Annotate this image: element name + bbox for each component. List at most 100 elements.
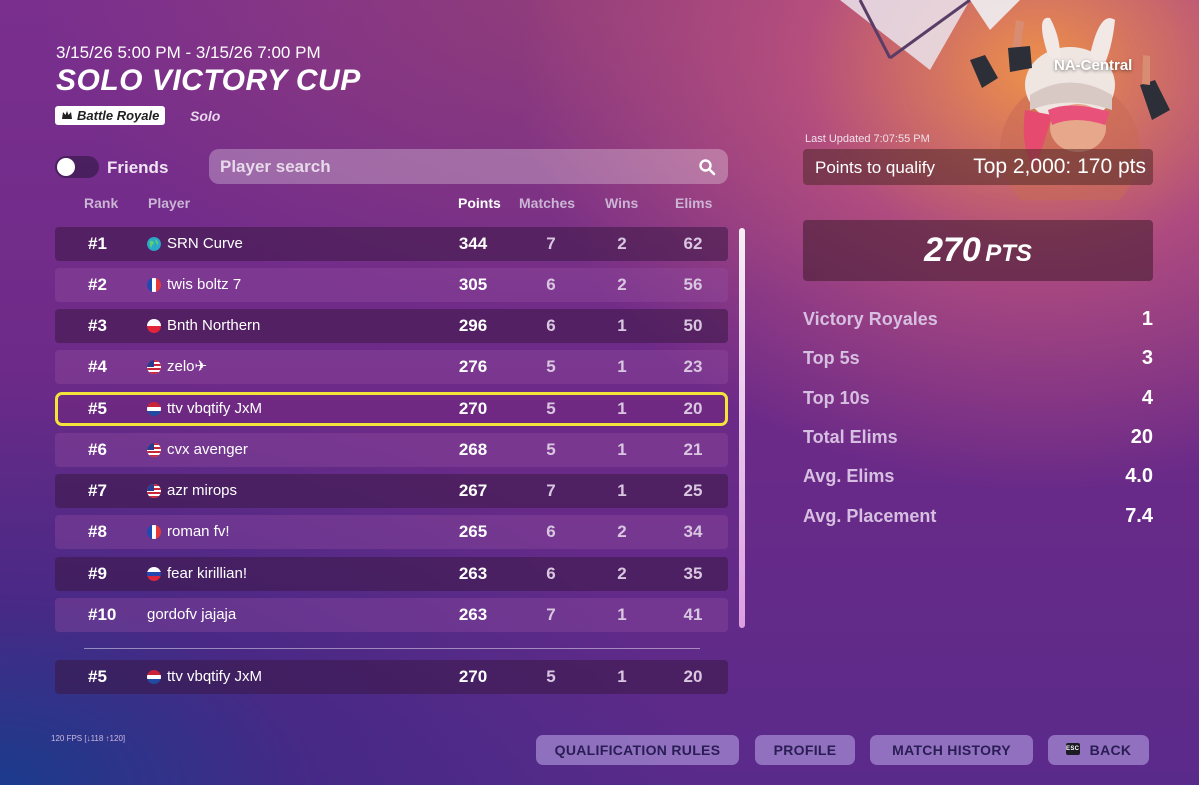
wins-cell: 2 bbox=[617, 564, 627, 583]
stat-value-avg-elims: 4.0 bbox=[1125, 465, 1153, 487]
mode-badge-label: Battle Royale bbox=[77, 108, 160, 123]
leaderboard-row[interactable]: #5 270 5 1 20 ttv vbqtify JxM bbox=[55, 392, 728, 426]
rank-cell: #3 bbox=[88, 316, 107, 335]
netherlands-flag-icon bbox=[147, 402, 161, 416]
column-header-matches[interactable]: Matches bbox=[519, 195, 575, 211]
wins-cell: 1 bbox=[617, 481, 627, 500]
scrollbar-thumb[interactable] bbox=[739, 228, 745, 628]
matches-cell: 6 bbox=[546, 522, 556, 541]
globe-flag-icon bbox=[147, 237, 161, 251]
matches-cell: 5 bbox=[546, 440, 556, 459]
column-header-points[interactable]: Points bbox=[458, 195, 501, 211]
leaderboard-row[interactable]: #7 267 7 1 25 azr mirops bbox=[55, 474, 728, 508]
rank-cell: #8 bbox=[88, 522, 107, 541]
event-title: SOLO VICTORY CUP bbox=[56, 64, 361, 97]
player-name-cell: gordofv jajaja bbox=[147, 606, 237, 623]
fps-counter: 120 FPS [↓118 ↑120] bbox=[51, 734, 126, 743]
elims-cell: 23 bbox=[683, 357, 703, 376]
elims-cell: 50 bbox=[683, 316, 703, 335]
qualify-value: Top 2,000: 170 pts bbox=[973, 155, 1146, 178]
elims-cell: 35 bbox=[683, 564, 703, 583]
player-name-cell: SRN Curve bbox=[167, 235, 243, 252]
wins-cell: 1 bbox=[617, 667, 627, 686]
usa-flag-icon bbox=[147, 443, 161, 457]
wins-cell: 2 bbox=[617, 234, 627, 253]
leaderboard-scrollbar[interactable] bbox=[739, 228, 745, 628]
netherlands-flag-icon bbox=[147, 670, 161, 684]
column-header-wins[interactable]: Wins bbox=[605, 195, 638, 211]
search-icon[interactable] bbox=[698, 158, 716, 176]
leaderboard-row[interactable]: #10 263 7 1 41 gordofv jajaja bbox=[55, 598, 728, 632]
back-button[interactable]: ESC BACK bbox=[1048, 735, 1149, 765]
player-search-input[interactable] bbox=[209, 149, 728, 184]
rank-cell: #6 bbox=[88, 440, 107, 459]
column-header-elims[interactable]: Elims bbox=[675, 195, 712, 211]
stat-value-top-5s: 3 bbox=[1141, 347, 1153, 369]
stat-value-victory-royales: 1 bbox=[1141, 308, 1153, 330]
stat-value-top-10s: 4 bbox=[1141, 387, 1153, 409]
qualification-rules-button[interactable]: QUALIFICATION RULES bbox=[536, 735, 739, 765]
rank-cell: #7 bbox=[88, 481, 107, 500]
divider bbox=[84, 648, 700, 649]
player-points-unit: PTS bbox=[985, 240, 1032, 267]
elims-cell: 20 bbox=[683, 399, 703, 418]
stat-label-avg-elims: Avg. Elims bbox=[803, 466, 895, 486]
stat-value-avg-placement: 7.4 bbox=[1125, 505, 1153, 527]
rank-cell: #4 bbox=[88, 357, 107, 376]
matches-cell: 6 bbox=[546, 564, 556, 583]
friends-toggle[interactable] bbox=[55, 156, 99, 178]
france-flag-icon bbox=[147, 278, 161, 292]
leaderboard-row[interactable]: #8 265 6 2 34 roman fv! bbox=[55, 515, 728, 549]
region-label: NA-Central bbox=[1054, 57, 1133, 74]
profile-button[interactable]: PROFILE bbox=[755, 735, 855, 765]
elims-cell: 56 bbox=[683, 275, 703, 294]
wins-cell: 1 bbox=[617, 440, 627, 459]
leaderboard-row[interactable]: #1 344 7 2 62 SRN Curve bbox=[55, 227, 728, 261]
event-date-range: 3/15/26 5:00 PM - 3/15/26 7:00 PM bbox=[56, 43, 321, 62]
france-flag-icon bbox=[147, 525, 161, 539]
player-name-cell: ttv vbqtify JxM bbox=[167, 668, 263, 685]
leaderboard-row[interactable]: #6 268 5 1 21 cvx avenger bbox=[55, 433, 728, 467]
elims-cell: 41 bbox=[683, 605, 703, 624]
player-name-cell: roman fv! bbox=[167, 523, 230, 540]
points-cell: 276 bbox=[458, 357, 488, 376]
leaderboard-row[interactable]: #4 276 5 1 23 zelo✈ bbox=[55, 350, 728, 384]
stat-label-total-elims: Total Elims bbox=[803, 427, 898, 447]
matches-cell: 7 bbox=[546, 605, 556, 624]
stat-label-top-10s: Top 10s bbox=[803, 388, 870, 408]
stat-label-victory-royales: Victory Royales bbox=[803, 309, 938, 329]
player-name-cell: fear kirillian! bbox=[167, 565, 248, 582]
leaderboard-row[interactable]: #3 296 6 1 50 Bnth Northern bbox=[55, 309, 728, 343]
leaderboard-row[interactable]: #2 305 6 2 56 twis boltz 7 bbox=[55, 268, 728, 302]
column-header-rank: Rank bbox=[84, 195, 119, 211]
points-cell: 270 bbox=[458, 399, 488, 418]
matches-cell: 6 bbox=[546, 275, 556, 294]
poland-flag-icon bbox=[147, 319, 161, 333]
wins-cell: 1 bbox=[617, 357, 627, 376]
matches-cell: 7 bbox=[546, 481, 556, 500]
qualify-label: Points to qualify bbox=[815, 158, 936, 177]
points-to-qualify-box: Points to qualify Top 2,000: 170 pts bbox=[803, 149, 1153, 185]
elims-cell: 25 bbox=[683, 481, 703, 500]
match-history-button[interactable]: MATCH HISTORY bbox=[870, 735, 1033, 765]
leaderboard-row[interactable]: #9 263 6 2 35 fear kirillian! bbox=[55, 557, 728, 591]
current-player-row[interactable]: #5 270 5 1 20 ttv vbqtify JxM bbox=[55, 660, 728, 694]
player-name-cell: twis boltz 7 bbox=[167, 276, 242, 293]
russia-flag-icon bbox=[147, 567, 161, 581]
points-cell: 305 bbox=[458, 275, 488, 294]
mode-badge: Battle Royale bbox=[55, 106, 166, 125]
player-search-box[interactable] bbox=[209, 149, 728, 184]
mode-subtype: Solo bbox=[190, 108, 221, 124]
player-points-value: 270 bbox=[924, 231, 981, 269]
stat-label-avg-placement: Avg. Placement bbox=[803, 506, 937, 526]
rank-cell: #5 bbox=[88, 667, 107, 686]
player-name-cell: ttv vbqtify JxM bbox=[167, 400, 263, 417]
elims-cell: 21 bbox=[683, 440, 703, 459]
usa-flag-icon bbox=[147, 484, 161, 498]
rank-cell: #10 bbox=[88, 605, 117, 624]
crown-icon bbox=[62, 111, 72, 119]
rank-cell: #2 bbox=[88, 275, 107, 294]
points-cell: 265 bbox=[458, 522, 488, 541]
matches-cell: 6 bbox=[546, 316, 556, 335]
player-points-box: 270 PTS bbox=[803, 220, 1153, 281]
